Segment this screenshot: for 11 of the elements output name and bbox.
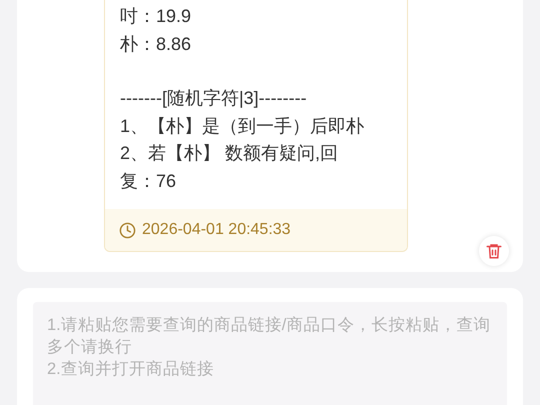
clock-icon (119, 222, 136, 238)
message-text: 1、【朴】是（到一手）后即朴 (120, 114, 366, 138)
delete-button[interactable] (479, 236, 509, 266)
message-text: 2、若【朴】 数额有疑问,回 (120, 142, 340, 165)
message-text: 吋：19.9 (120, 5, 192, 28)
message-time: 2026-04-01 20:45:33 (142, 220, 291, 240)
message-text: 朴：8.86 (120, 32, 192, 56)
trash-icon (485, 242, 503, 260)
message-text: 复：76 (120, 170, 178, 192)
query-field[interactable]: 1.请粘贴您需要查询的商品链接/商品口令，长按粘贴，查询多个请换行 2.查询并打开商品链接 (33, 302, 507, 405)
message-text: -------[随机字符|3]-------- (120, 87, 308, 110)
